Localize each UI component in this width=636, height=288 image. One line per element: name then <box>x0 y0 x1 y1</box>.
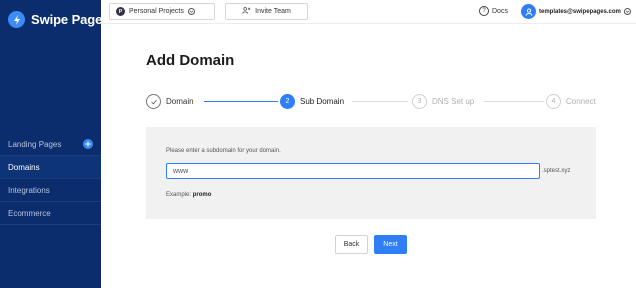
brand[interactable]: Swipe Pages <box>8 11 109 28</box>
example-label: Example: <box>166 192 193 198</box>
step-label: Domain <box>166 97 194 106</box>
subdomain-input[interactable] <box>166 163 540 179</box>
project-switcher-button[interactable]: P Personal Projects <box>109 3 215 20</box>
step-sub-domain: 2 Sub Domain <box>280 94 344 109</box>
invite-team-label: Invite Team <box>255 8 291 15</box>
step-dns-setup: 3 DNS Set up <box>412 94 474 109</box>
example-value: promo <box>192 192 212 198</box>
sidebar-item-landing-pages[interactable]: Landing Pages <box>0 133 101 156</box>
sidebar: Swipe Pages Landing Pages Domains Integr… <box>0 0 109 288</box>
step-label: Sub Domain <box>300 97 345 106</box>
domain-suffix: .sptest.xyz <box>542 168 571 174</box>
sidebar-item-integrations[interactable]: Integrations <box>0 179 101 202</box>
docs-label: Docs <box>492 7 508 15</box>
step-connector <box>484 101 544 102</box>
stepper: Domain 2 Sub Domain 3 DNS Set up 4 Conne… <box>146 94 598 112</box>
page-title: Add Domain <box>146 52 235 69</box>
step-connect: 4 Connect <box>546 94 596 109</box>
step-number: 4 <box>546 94 561 109</box>
sidebar-item-label: Integrations <box>8 185 50 195</box>
step-label: DNS Set up <box>432 97 475 106</box>
question-icon: ? <box>479 6 489 16</box>
user-avatar-icon <box>521 4 536 19</box>
check-icon <box>146 94 161 109</box>
project-avatar: P <box>116 7 125 16</box>
plus-icon[interactable] <box>83 139 93 149</box>
project-name: Personal Projects <box>129 8 184 15</box>
subdomain-hint: Please enter a subdomain for your domain… <box>166 148 281 154</box>
example-text: Example: promo <box>166 192 211 198</box>
top-bar: P Personal Projects Invite Team ? Docs t… <box>101 0 636 24</box>
back-button[interactable]: Back <box>335 235 368 254</box>
docs-link[interactable]: ? Docs <box>479 6 508 16</box>
sidebar-item-domains[interactable]: Domains <box>0 156 101 179</box>
step-number: 3 <box>412 94 427 109</box>
lightning-logo-icon <box>8 11 25 28</box>
user-menu[interactable]: templates@swipepages.com <box>521 4 631 19</box>
sidebar-item-label: Ecommerce <box>8 208 51 218</box>
chevron-down-icon <box>187 8 195 15</box>
user-email: templates@swipepages.com <box>539 8 621 15</box>
brand-name: Swipe Pages <box>31 12 110 27</box>
chevron-down-icon <box>623 8 631 15</box>
next-button[interactable]: Next <box>374 235 407 254</box>
sidebar-nav: Landing Pages Domains Integrations Ecomm… <box>0 133 101 225</box>
invite-users-icon <box>242 7 251 16</box>
step-number: 2 <box>280 94 295 109</box>
step-connector <box>352 101 408 102</box>
sidebar-item-label: Landing Pages <box>8 139 62 149</box>
step-connector <box>204 101 278 102</box>
invite-team-button[interactable]: Invite Team <box>225 3 308 20</box>
sidebar-item-ecommerce[interactable]: Ecommerce <box>0 202 101 225</box>
step-domain: Domain <box>146 94 194 109</box>
sidebar-item-label: Domains <box>8 162 40 172</box>
step-label: Connect <box>566 97 596 106</box>
subdomain-panel: Please enter a subdomain for your domain… <box>146 127 596 219</box>
